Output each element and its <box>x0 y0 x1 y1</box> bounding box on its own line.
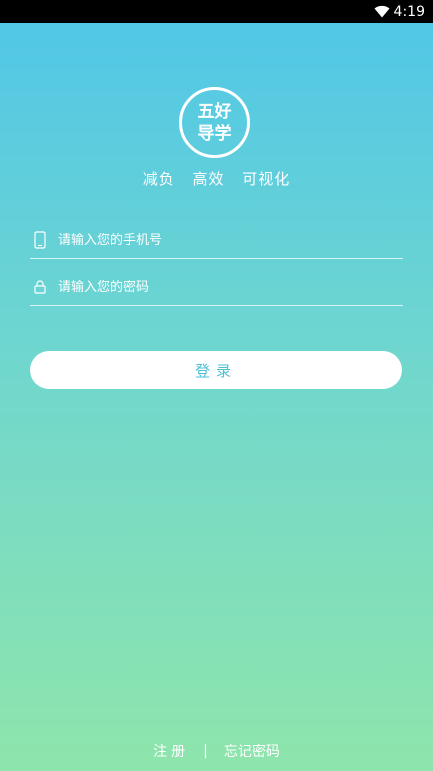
footer-divider: | <box>203 743 208 759</box>
lock-icon <box>32 277 48 297</box>
password-field-row <box>30 269 403 306</box>
register-link[interactable]: 注册 <box>153 741 189 761</box>
logo-line-2: 导学 <box>197 123 232 144</box>
tagline-item: 高效 <box>192 170 225 188</box>
phone-icon <box>32 230 48 250</box>
logo-line-1: 五好 <box>197 101 232 122</box>
tagline-item: 可视化 <box>242 170 291 188</box>
login-button[interactable]: 登录 <box>30 351 402 389</box>
status-time: 4:19 <box>393 3 425 20</box>
app-logo: 五好 导学 <box>179 87 250 158</box>
login-screen: 4:19 五好 导学 减负 高效 可视化 登录 注册 | 忘记 <box>0 0 433 771</box>
tagline: 减负 高效 可视化 <box>0 168 433 189</box>
password-input[interactable] <box>58 279 403 295</box>
tagline-item: 减负 <box>142 170 175 188</box>
wifi-icon <box>374 5 390 18</box>
phone-field-row <box>30 222 403 259</box>
status-icons: 4:19 <box>374 3 425 20</box>
status-bar: 4:19 <box>0 0 433 23</box>
footer-links: 注册 | 忘记密码 <box>0 741 433 761</box>
phone-input[interactable] <box>58 232 403 248</box>
forgot-password-link[interactable]: 忘记密码 <box>224 741 280 761</box>
